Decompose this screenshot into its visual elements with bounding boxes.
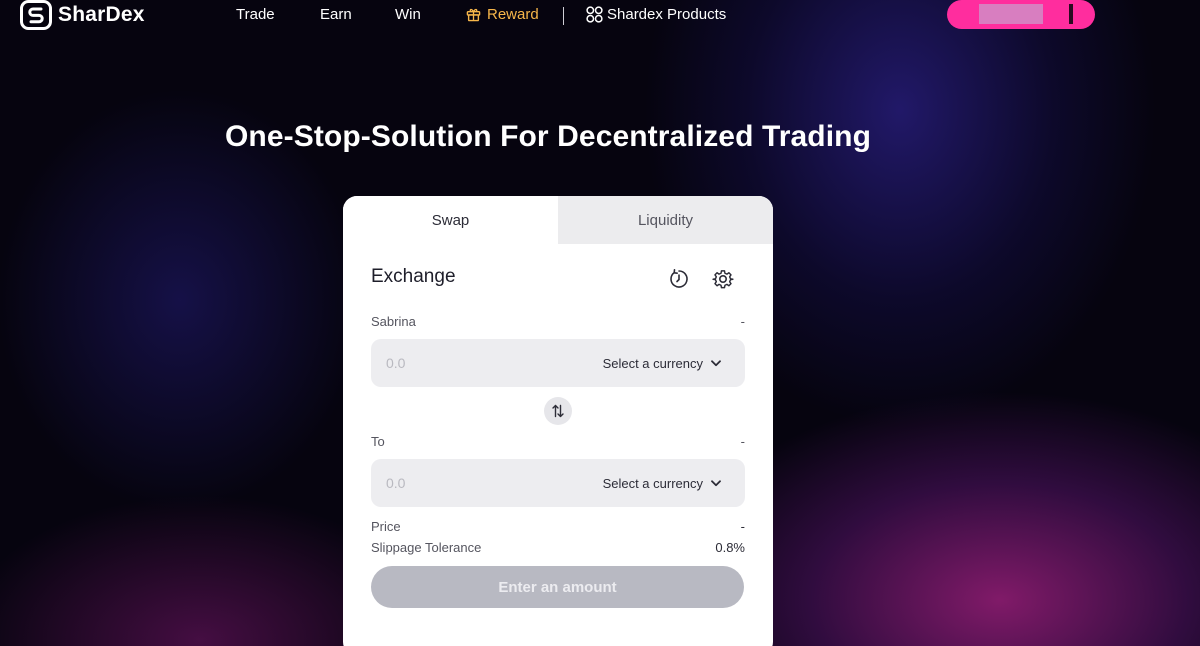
nav-products-label: Shardex Products: [607, 6, 727, 23]
price-label: Price: [371, 519, 401, 534]
nav-win[interactable]: Win: [395, 6, 421, 23]
grid-icon: [586, 6, 603, 23]
tab-liquidity[interactable]: Liquidity: [558, 196, 773, 244]
from-input-box: Select a currency: [371, 339, 745, 387]
from-currency-select[interactable]: Select a currency: [603, 356, 721, 371]
nav-reward-label: Reward: [487, 6, 539, 23]
to-label: To: [371, 434, 385, 449]
chevron-down-icon: [711, 479, 721, 486]
nav-divider: [563, 7, 564, 25]
from-amount-input[interactable]: [386, 355, 536, 371]
swap-direction-row: [371, 387, 745, 434]
settings-gear-icon[interactable]: [712, 268, 734, 290]
to-input-box: Select a currency: [371, 459, 745, 507]
brand-name: SharDex: [58, 3, 145, 26]
logo[interactable]: SharDex: [20, 0, 145, 30]
swap-direction-button[interactable]: [544, 396, 572, 425]
nav-trade[interactable]: Trade: [236, 6, 275, 23]
enter-amount-button[interactable]: Enter an amount: [371, 566, 744, 608]
gift-icon: [466, 8, 481, 22]
slippage-row: Slippage Tolerance 0.8%: [371, 540, 745, 561]
from-label-row: Sabrina -: [371, 314, 745, 334]
redacted-wallet-mark: [1069, 4, 1073, 24]
hero-title: One-Stop-Solution For Decentralized Trad…: [225, 120, 871, 153]
top-nav: SharDex Trade Earn Win Reward Shardex Pr…: [0, 0, 1200, 32]
from-currency-label: Select a currency: [602, 355, 703, 371]
to-amount-input[interactable]: [386, 475, 536, 491]
nav-shardex-products[interactable]: Shardex Products: [586, 6, 726, 23]
exchange-header: Exchange: [371, 244, 745, 314]
swap-card: Swap Liquidity Exchange Sabrina - Select…: [343, 196, 773, 646]
from-label: Sabrina: [371, 314, 416, 329]
shardex-logo-icon: [20, 0, 52, 30]
slippage-label: Slippage Tolerance: [371, 540, 482, 555]
to-label-row: To -: [371, 434, 745, 454]
history-icon[interactable]: [668, 268, 690, 290]
to-balance: -: [740, 434, 745, 449]
card-tabs: Swap Liquidity: [343, 196, 773, 244]
nav-reward[interactable]: Reward: [466, 6, 539, 23]
wallet-button[interactable]: [947, 0, 1095, 29]
price-value: -: [740, 519, 745, 534]
exchange-title: Exchange: [371, 266, 456, 287]
to-currency-select[interactable]: Select a currency: [603, 476, 721, 491]
to-currency-label: Select a currency: [602, 475, 703, 491]
from-balance: -: [740, 314, 745, 329]
card-body: Exchange Sabrina - Select a currency: [343, 244, 773, 608]
price-row: Price -: [371, 519, 745, 540]
chevron-down-icon: [711, 359, 721, 366]
swap-arrows-icon: [552, 404, 564, 417]
redacted-wallet-address: [979, 4, 1043, 24]
nav-earn[interactable]: Earn: [320, 6, 352, 23]
slippage-value: 0.8%: [715, 540, 745, 555]
tab-swap[interactable]: Swap: [343, 196, 558, 244]
